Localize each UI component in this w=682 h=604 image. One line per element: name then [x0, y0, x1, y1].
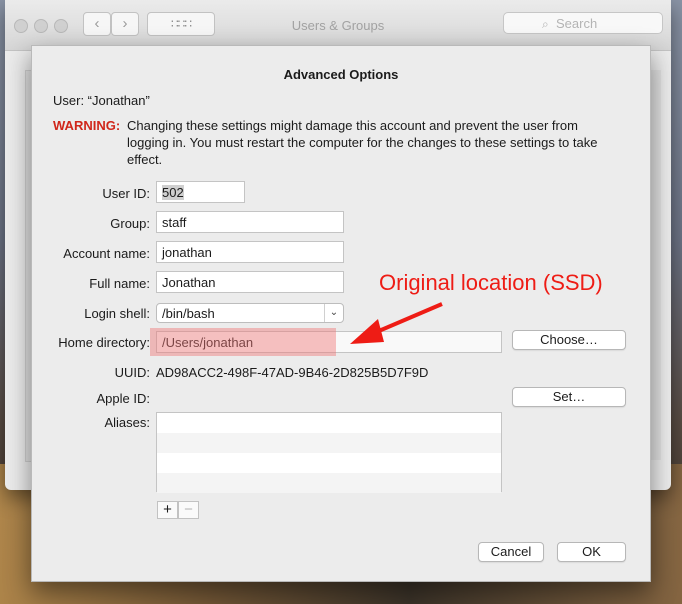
- advanced-options-sheet: Advanced Options User: “Jonathan” WARNIN…: [31, 45, 651, 582]
- arrow-head: [350, 319, 384, 344]
- chevron-right-icon: ›: [122, 15, 128, 32]
- titlebar: ‹ › ∷∷∷ Users & Groups ⌕ Search: [5, 0, 671, 51]
- search-input[interactable]: ⌕ Search: [503, 12, 663, 34]
- annotation-arrow: [350, 302, 443, 344]
- zoom-button[interactable]: [54, 19, 68, 33]
- minimize-button[interactable]: [34, 19, 48, 33]
- grid-icon: ∷∷∷: [171, 17, 192, 31]
- chevron-left-icon: ‹: [94, 15, 100, 32]
- close-button[interactable]: [14, 19, 28, 33]
- forward-button[interactable]: ›: [111, 12, 139, 36]
- search-icon: ⌕: [542, 17, 549, 31]
- search-placeholder: Search: [556, 16, 598, 31]
- back-button[interactable]: ‹: [83, 12, 111, 36]
- window-title: Users & Groups: [291, 18, 385, 33]
